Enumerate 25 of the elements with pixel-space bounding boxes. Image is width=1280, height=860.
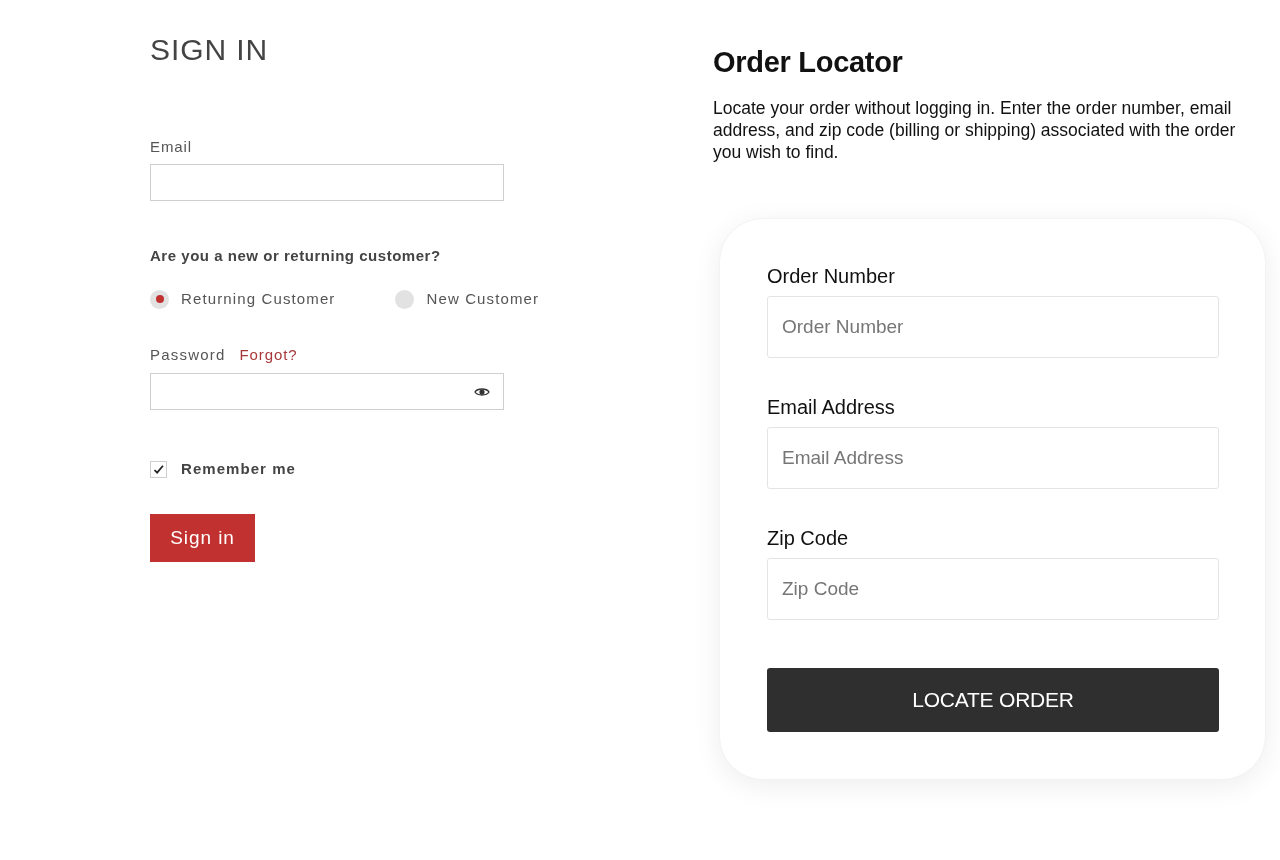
checkbox[interactable] [150,460,167,478]
forgot-link[interactable]: Forgot? [239,345,298,365]
eye-icon[interactable] [474,386,490,397]
checkmark-icon [153,464,164,474]
radio-option[interactable]: Returning Customer [150,289,336,309]
radio-option[interactable]: New Customer [395,289,540,309]
email-field[interactable] [150,164,504,201]
password-field[interactable] [150,373,504,410]
text-field[interactable]: Email Address [767,427,1219,489]
text-field[interactable]: Order Number [767,296,1219,358]
radio-icon[interactable] [395,289,415,309]
field-label: Zip Code [767,526,850,550]
field-label: Email Address [767,395,896,419]
radio-icon[interactable] [150,289,169,309]
locate-order-button[interactable]: LOCATE ORDER [767,668,1219,732]
order-locator-title: Order Locator [713,45,903,80]
remember-me-label: Remember me [181,459,296,479]
text-field[interactable]: Zip Code [767,558,1219,620]
password-label: Password [150,345,226,365]
page-title: SIGN IN [150,32,268,68]
sign-in-button[interactable]: Sign in [150,514,255,562]
field-label: Order Number [767,264,896,288]
email-label: Email [150,137,192,157]
question-text: Are you a new or returning customer? [150,246,441,266]
description-text: Locate your order without logging in. Enter the order number, email address, and zip code (billing or shipping) associated with the order you wish to find. [713,97,1237,163]
